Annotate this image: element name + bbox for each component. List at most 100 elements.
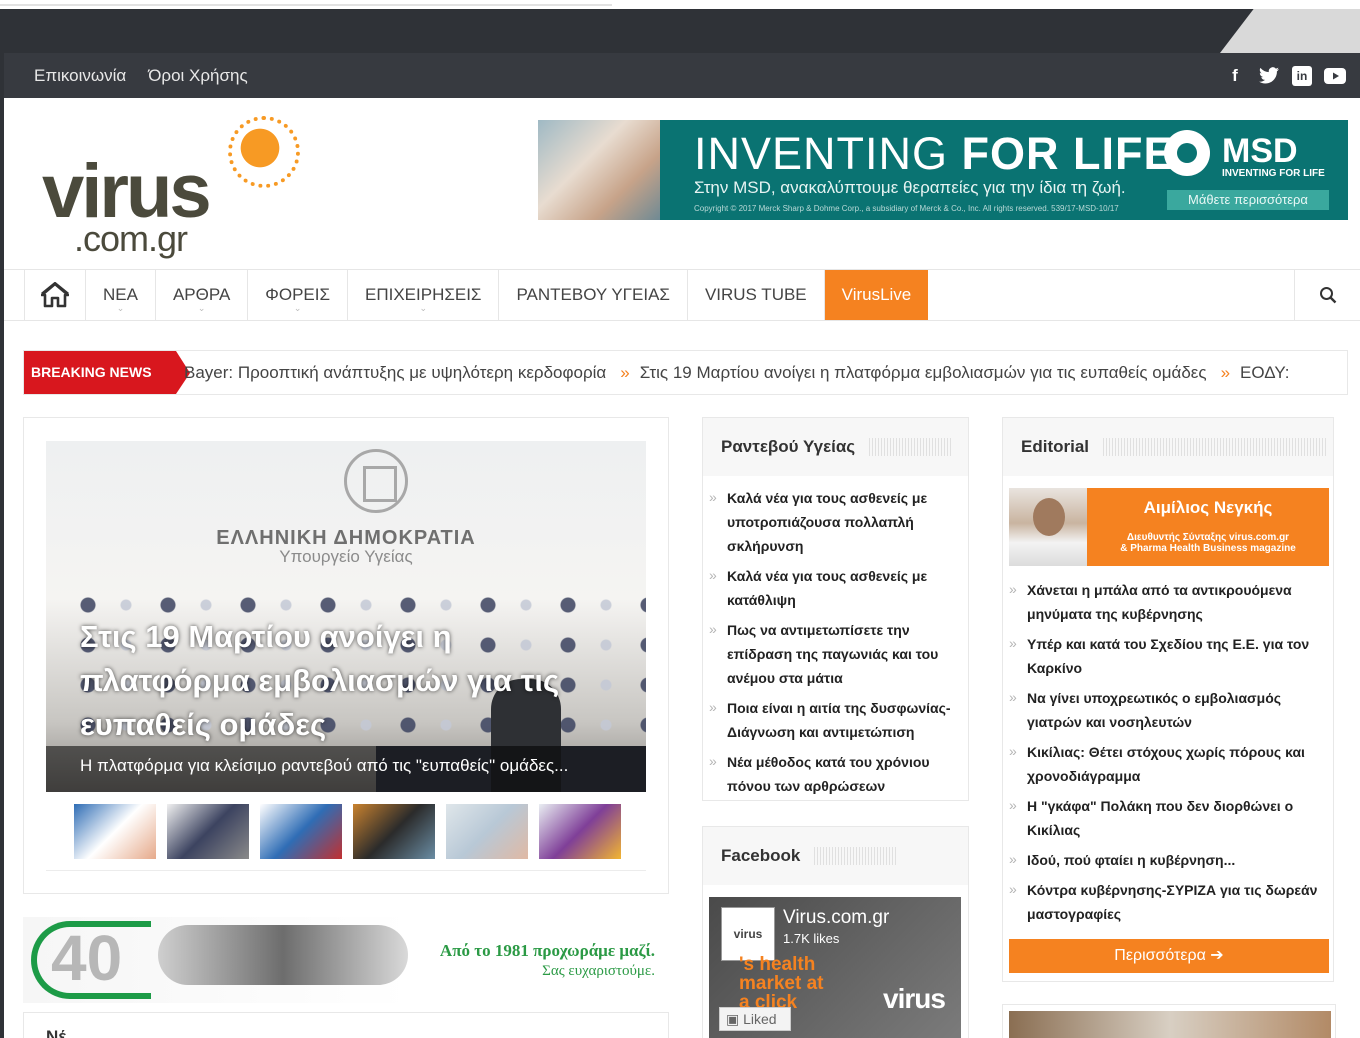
breaking-news-bar: BREAKING NEWS Bayer: Προοπτική ανάπτυξης… xyxy=(23,350,1348,395)
msd-banner-ad[interactable]: INVENTING FOR LIFE Στην MSD, ανακαλύπτου… xyxy=(538,120,1348,220)
banner-brand-tag: INVENTING FOR LIFE xyxy=(1222,168,1325,179)
top-divider xyxy=(0,4,612,6)
widget-title: Ραντεβού Υγείας xyxy=(721,437,856,456)
top-bar: Επικοινωνία Όροι Χρήσης f in xyxy=(4,53,1360,98)
contact-link[interactable]: Επικοινωνία xyxy=(34,66,126,86)
left-edge-strip xyxy=(0,53,4,1038)
editorial-widget: Editorial Αιμίλιος Νεγκής Διευθυντής Σύν… xyxy=(1002,417,1334,982)
next-widget-image xyxy=(1002,1004,1336,1038)
banner-brand: MSD xyxy=(1222,132,1298,170)
nav-item-articles[interactable]: ΑΡΘΡΑ ⌄ xyxy=(156,270,249,320)
thumb-vaccine-vials[interactable] xyxy=(353,804,435,859)
facebook-liked-button[interactable]: ▣ Liked xyxy=(719,1007,791,1031)
featured-slider[interactable]: ΕΛΛΗΝΙΚΗ ΔΗΜΟΚΡΑΤΙΑ Υπουργείο Υγείας Στι… xyxy=(46,441,646,792)
facebook-likes: 1.7K likes xyxy=(783,931,840,946)
logo-sun-icon xyxy=(228,116,300,188)
thumb-greek-globe-vaccine[interactable] xyxy=(260,804,342,859)
home-icon xyxy=(41,282,69,308)
list-item[interactable]: Καλά νέα για τους ασθενείς με υποτροπιάζ… xyxy=(709,485,960,558)
breaking-news-ticker: Bayer: Προοπτική ανάπτυξης με υψηλότερη … xyxy=(184,351,1289,394)
editorial-author-card[interactable]: Αιμίλιος Νεγκής Διευθυντής Σύνταξης viru… xyxy=(1009,488,1329,566)
nav-item-health-appointments[interactable]: ΡΑΝΤΕΒΟΥ ΥΓΕΙΑΣ xyxy=(499,270,688,320)
chevron-down-icon: ⌄ xyxy=(293,303,302,313)
nav-home[interactable] xyxy=(24,270,86,320)
ticker-item[interactable]: Στις 19 Μαρτίου ανοίγει η πλατφόρμα εμβο… xyxy=(640,363,1207,382)
anniversary-40-banner[interactable]: 40 Από το 1981 προχωράμε μαζί. Σας ευχαρ… xyxy=(23,917,669,1003)
main-nav: ΝΕΑ ⌄ ΑΡΘΡΑ ⌄ ΦΟΡΕΙΣ ⌄ ΕΠΙΧΕΙΡΗΣΕΙΣ ⌄ ΡΑΝΤΕΒ… xyxy=(4,269,1360,321)
anniversary-line2: Σας ευχαριστούμε. xyxy=(542,963,655,979)
facebook-cover-logo: virus xyxy=(883,983,946,1014)
nav-item-viruslive[interactable]: VirusLive xyxy=(824,270,929,320)
nav-item-news[interactable]: ΝΕΑ ⌄ xyxy=(86,270,156,320)
thumb-press-conference[interactable] xyxy=(167,804,249,859)
list-item[interactable]: Η "γκάφα" Πολάκη που δεν διορθώνει ο Κικ… xyxy=(1009,793,1329,842)
facebook-icon: ▣ xyxy=(726,1011,744,1027)
list-item[interactable]: Κικίλιας: Θέτει στόχους χωρίς πόρους και… xyxy=(1009,739,1329,788)
banner-title: INVENTING FOR LIFE xyxy=(694,128,1175,179)
slider-thumbnails xyxy=(74,804,621,859)
nav-item-organizations[interactable]: ΦΟΡΕΙΣ ⌄ xyxy=(248,270,348,320)
youtube-icon[interactable] xyxy=(1324,65,1346,87)
breaking-news-label: BREAKING NEWS xyxy=(24,351,190,394)
nav-item-businesses[interactable]: ΕΠΙΧΕΙΡΗΣΕΙΣ ⌄ xyxy=(348,270,500,320)
facebook-widget: Facebook virus Virus.com.gr 1.7K likes '… xyxy=(702,826,969,1038)
terms-link[interactable]: Όροι Χρήσης xyxy=(148,66,247,86)
double-chevron-icon: » xyxy=(620,363,630,382)
greek-emblem-icon xyxy=(344,449,408,513)
ticker-item[interactable]: Bayer: Προοπτική ανάπτυξης με υψηλότερη … xyxy=(184,363,606,382)
double-chevron-icon: » xyxy=(1220,363,1231,382)
thumb-greek-flag-vaccine[interactable] xyxy=(74,804,156,859)
anniversary-line1: Από το 1981 προχωράμε μαζί. xyxy=(439,941,655,960)
search-icon xyxy=(1319,287,1336,304)
site-logo[interactable]: virus .com.gr xyxy=(40,116,300,268)
widget-title: Facebook xyxy=(721,846,801,865)
featured-headline[interactable]: Στις 19 Μαρτίου ανοίγει η πλατφόρμα εμβο… xyxy=(80,615,620,747)
author-role: Διευθυντής Σύνταξης virus.com.gr & Pharma… xyxy=(1120,532,1296,554)
list-item[interactable]: Χάνεται η μπάλα από τα αντικρουόμενα μην… xyxy=(1009,577,1329,626)
widget-header: Ραντεβού Υγείας xyxy=(703,418,968,476)
msd-logo-icon xyxy=(1164,130,1210,176)
image-text-ministry: Υπουργείο Υγείας xyxy=(279,547,413,566)
anniversary-number: 40 xyxy=(51,922,123,994)
thumb-vaccination[interactable] xyxy=(446,804,528,859)
list-item[interactable]: Υπέρ και κατά του Σχεδίου της Ε.Ε. για τ… xyxy=(1009,631,1329,680)
twitter-icon[interactable] xyxy=(1258,65,1280,87)
list-item[interactable]: Πως να αντιμετωπίσετε την επίδραση της π… xyxy=(709,617,960,690)
appointments-list: Καλά νέα για τους ασθενείς με υποτροπιάζ… xyxy=(703,476,968,798)
nav-search-button[interactable] xyxy=(1294,270,1360,320)
widget-header: Editorial xyxy=(1003,418,1333,476)
chevron-down-icon: ⌄ xyxy=(116,303,125,313)
featured-caption[interactable]: Η πλατφόρμα για κλείσιμο ραντεβού από τι… xyxy=(46,746,646,792)
list-item[interactable]: Να γίνει υποχρεωτικός ο εμβολιασμός γιατ… xyxy=(1009,685,1329,734)
health-appointments-widget: Ραντεβού Υγείας Καλά νέα για τους ασθενε… xyxy=(702,417,969,801)
nav-item-virus-tube[interactable]: VIRUS TUBE xyxy=(688,270,825,320)
header-pattern xyxy=(814,847,899,865)
chevron-down-icon: ⌄ xyxy=(419,303,427,313)
ticker-item[interactable]: ΕΟΔΥ: xyxy=(1240,363,1289,382)
facebook-page-name[interactable]: Virus.com.gr xyxy=(783,907,889,929)
facebook-avatar: virus xyxy=(721,907,775,961)
banner-subtitle: Στην MSD, ανακαλύπτουμε θεραπείες για τη… xyxy=(694,178,1126,197)
list-item[interactable]: Κόντρα κυβέρνησης-ΣΥΡΙΖΑ για τις δωρεάν … xyxy=(1009,877,1329,926)
widget-header: Facebook xyxy=(703,827,968,885)
thumb-astrazeneca[interactable] xyxy=(539,804,621,859)
list-item[interactable]: Καλά νέα για τους ασθενείς με κατάθλιψη xyxy=(709,563,960,612)
section-divider xyxy=(46,870,646,871)
banner-copyright: Copyright © 2017 Merck Sharp & Dohme Cor… xyxy=(694,204,1119,213)
editorial-more-button[interactable]: Περισσότερα ➔ xyxy=(1009,939,1329,973)
list-item[interactable]: Νέα μέθοδος κατά του χρόνιου πόνου των α… xyxy=(709,749,960,798)
header-pattern xyxy=(1103,438,1328,456)
facebook-icon[interactable]: f xyxy=(1224,65,1246,87)
list-item[interactable]: Ποια είναι η αιτία της δυσφωνίας- Διάγνω… xyxy=(709,695,960,744)
linkedin-icon[interactable]: in xyxy=(1292,65,1312,86)
header-pattern xyxy=(869,438,954,456)
author-avatar xyxy=(1009,488,1087,566)
handshake-image xyxy=(158,925,408,985)
author-name: Αιμίλιος Νεγκής xyxy=(1143,498,1273,517)
banner-learn-more-button[interactable]: Μάθετε περισσότερα xyxy=(1167,190,1329,210)
facebook-page-card[interactable]: virus Virus.com.gr 1.7K likes 's health … xyxy=(709,897,961,1038)
page: Επικοινωνία Όροι Χρήσης f in virus .com.… xyxy=(0,0,1360,1038)
news-section-title: Νέ xyxy=(46,1027,66,1038)
social-links: f in xyxy=(1224,53,1346,98)
list-item[interactable]: Ιδού, πού φταίει η κυβέρνηση... xyxy=(1009,847,1329,872)
